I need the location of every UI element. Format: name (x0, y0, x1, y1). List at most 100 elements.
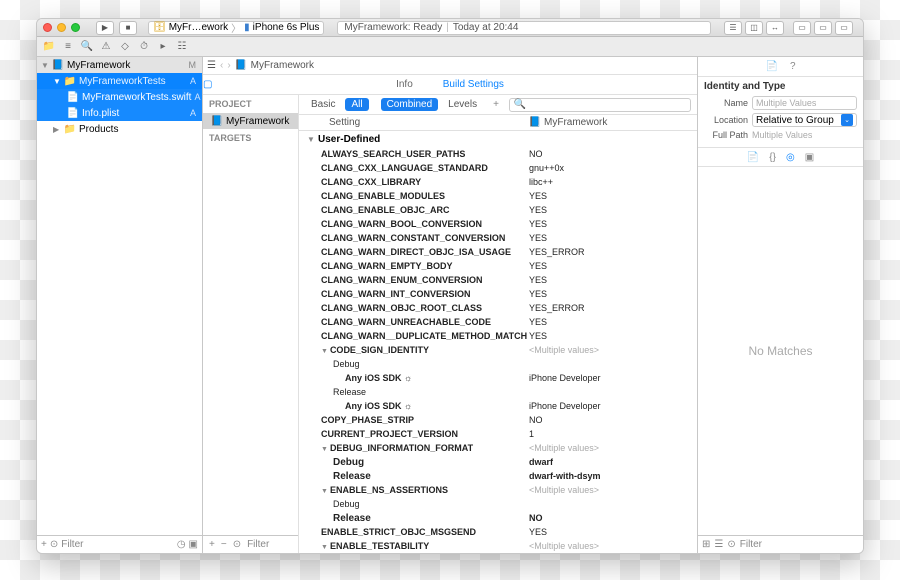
remove-target-button[interactable]: − (221, 539, 227, 550)
section-header[interactable]: ▼ User-Defined (299, 131, 697, 147)
setting-row[interactable]: ▼ENABLE_TESTABILITY<Multiple values> (299, 539, 697, 553)
disclosure-icon[interactable]: ▼ (53, 77, 61, 86)
phone-icon: ▮ (244, 22, 250, 33)
forward-button[interactable]: › (227, 60, 230, 71)
setting-row[interactable]: CLANG_WARN_UNREACHABLE_CODEYES (299, 315, 697, 329)
issue-navigator-icon[interactable]: ⚠ (98, 39, 114, 55)
filter-placeholder[interactable]: Filter (740, 539, 762, 550)
setting-row[interactable]: CLANG_WARN_OBJC_ROOT_CLASSYES_ERROR (299, 301, 697, 315)
setting-row[interactable]: CLANG_WARN_ENUM_CONVERSIONYES (299, 273, 697, 287)
nav-tests-group[interactable]: ▼ 📁 MyFrameworkTests A (37, 73, 202, 89)
no-matches-label: No Matches (698, 167, 863, 535)
nav-products-group[interactable]: ▶ 📁 Products (37, 121, 202, 137)
setting-row[interactable]: ReleaseNO (299, 511, 697, 525)
filter-placeholder[interactable]: Filter (61, 539, 174, 550)
back-button[interactable]: ‹ (220, 60, 223, 71)
standard-editor-button[interactable]: ☰ (724, 21, 742, 35)
project-row[interactable]: 📘 MyFramework (203, 113, 298, 129)
disclosure-icon[interactable]: ▼ (41, 61, 49, 70)
setting-row[interactable]: CURRENT_PROJECT_VERSION1 (299, 427, 697, 441)
setting-row[interactable]: Debug (299, 357, 697, 371)
media-library-icon[interactable]: ▣ (805, 152, 814, 163)
add-target-button[interactable]: + (209, 539, 215, 550)
setting-row[interactable]: CLANG_CXX_LIBRARYlibc++ (299, 175, 697, 189)
left-panel-toggle-icon[interactable]: ▢ (203, 79, 213, 90)
setting-row[interactable]: ENABLE_STRICT_OBJC_MSGSENDYES (299, 525, 697, 539)
add-button[interactable]: + (41, 539, 47, 550)
setting-row[interactable]: Release (299, 385, 697, 399)
run-button[interactable]: ▶ (96, 21, 114, 35)
zoom-button[interactable] (71, 23, 80, 32)
section-title: User-Defined (318, 134, 380, 145)
setting-row[interactable]: Debugdwarf (299, 455, 697, 469)
grid-view-icon[interactable]: ⊞ (702, 539, 710, 550)
nav-swift-file[interactable]: 📄 MyFrameworkTests.swift A (37, 89, 202, 105)
setting-row[interactable]: ▼CODE_SIGN_IDENTITY<Multiple values> (299, 343, 697, 357)
scope-basic[interactable]: Basic (305, 98, 341, 111)
view-combined[interactable]: Combined (381, 98, 439, 111)
find-navigator-icon[interactable]: 🔍 (79, 39, 95, 55)
setting-row[interactable]: ▼ENABLE_NS_ASSERTIONS<Multiple values> (299, 483, 697, 497)
setting-row[interactable]: CLANG_WARN__DUPLICATE_METHOD_MATCHYES (299, 329, 697, 343)
toggle-navigator-button[interactable]: ▭ (793, 21, 811, 35)
setting-row[interactable]: CLANG_WARN_BOOL_CONVERSIONYES (299, 217, 697, 231)
setting-row[interactable]: Any iOS SDK ☼iPhone Developer (299, 399, 697, 413)
debug-navigator-icon[interactable]: ⏱ (136, 39, 152, 55)
test-navigator-icon[interactable]: ◇ (117, 39, 133, 55)
file-inspector-icon[interactable]: 📄 (765, 61, 777, 72)
toggle-inspector-button[interactable]: ▭ (835, 21, 853, 35)
version-editor-button[interactable]: ↔ (766, 21, 784, 35)
scm-filter-icon[interactable]: ▣ (189, 539, 198, 550)
list-view-icon[interactable]: ☰ (714, 539, 723, 550)
related-items-icon[interactable]: ☰ (207, 60, 216, 71)
setting-row[interactable]: CLANG_WARN_INT_CONVERSIONYES (299, 287, 697, 301)
inspector-panel: 📄 ? Identity and Type Name Multiple Valu… (697, 57, 863, 553)
setting-row[interactable]: Debug (299, 497, 697, 511)
setting-row[interactable]: Any iOS SDK ☼iPhone Developer (299, 371, 697, 385)
clock-icon[interactable]: ◷ (177, 539, 186, 550)
setting-row[interactable]: COPY_PHASE_STRIPNO (299, 413, 697, 427)
filter-placeholder[interactable]: Filter (247, 539, 269, 550)
setting-row[interactable]: CLANG_ENABLE_MODULESYES (299, 189, 697, 203)
quick-help-icon[interactable]: ? (790, 61, 796, 72)
report-navigator-icon[interactable]: ☷ (174, 39, 190, 55)
location-select[interactable]: Relative to Group ⌄ (752, 113, 857, 127)
nav-plist-file[interactable]: 📄 Info.plist A (37, 105, 202, 121)
setting-row[interactable]: CLANG_WARN_DIRECT_OBJC_ISA_USAGEYES_ERRO… (299, 245, 697, 259)
code-snippet-icon[interactable]: {} (769, 152, 776, 163)
col-setting[interactable]: Setting (299, 117, 529, 128)
build-settings-filter-bar: Basic All Combined Levels + 🔍 (299, 95, 697, 115)
setting-row[interactable]: CLANG_ENABLE_OBJC_ARCYES (299, 203, 697, 217)
toggle-debug-button[interactable]: ▭ (814, 21, 832, 35)
col-target[interactable]: 📘 MyFramework (529, 117, 697, 129)
assistant-editor-button[interactable]: ◫ (745, 21, 763, 35)
jump-bar[interactable]: ☰ ‹ › 📘 MyFramework (203, 57, 697, 75)
stop-button[interactable]: ■ (119, 21, 137, 35)
list-header: PROJECT (203, 95, 298, 113)
view-levels[interactable]: Levels (442, 98, 483, 111)
symbol-navigator-icon[interactable]: ≡ (60, 39, 76, 55)
setting-row[interactable]: CLANG_WARN_CONSTANT_CONVERSIONYES (299, 231, 697, 245)
close-button[interactable] (43, 23, 52, 32)
file-template-icon[interactable]: 📄 (747, 152, 759, 163)
add-setting-button[interactable]: + (493, 99, 499, 110)
scheme-selector[interactable]: 🗄 MyFr…ework 〉 ▮ iPhone 6s Plus (148, 21, 324, 35)
name-field[interactable]: Multiple Values (752, 96, 857, 110)
nav-project-root[interactable]: ▼ 📘 MyFramework M (37, 57, 202, 73)
tab-info[interactable]: Info (396, 79, 413, 90)
project-navigator-icon[interactable]: 📁 (41, 39, 57, 55)
settings-table[interactable]: ▼ User-Defined ALWAYS_SEARCH_USER_PATHSN… (299, 131, 697, 553)
disclosure-icon[interactable]: ▼ (307, 135, 315, 144)
setting-row[interactable]: Releasedwarf-with-dsym (299, 469, 697, 483)
object-library-icon[interactable]: ◎ (786, 152, 795, 163)
disclosure-icon[interactable]: ▶ (53, 125, 61, 134)
tab-build-settings[interactable]: Build Settings (443, 79, 504, 90)
minimize-button[interactable] (57, 23, 66, 32)
settings-search[interactable]: 🔍 (509, 98, 691, 112)
scope-all[interactable]: All (345, 98, 368, 111)
setting-row[interactable]: CLANG_CXX_LANGUAGE_STANDARDgnu++0x (299, 161, 697, 175)
setting-row[interactable]: ▼DEBUG_INFORMATION_FORMAT<Multiple value… (299, 441, 697, 455)
setting-row[interactable]: ALWAYS_SEARCH_USER_PATHSNO (299, 147, 697, 161)
breakpoint-navigator-icon[interactable]: ▸ (155, 39, 171, 55)
setting-row[interactable]: CLANG_WARN_EMPTY_BODYYES (299, 259, 697, 273)
